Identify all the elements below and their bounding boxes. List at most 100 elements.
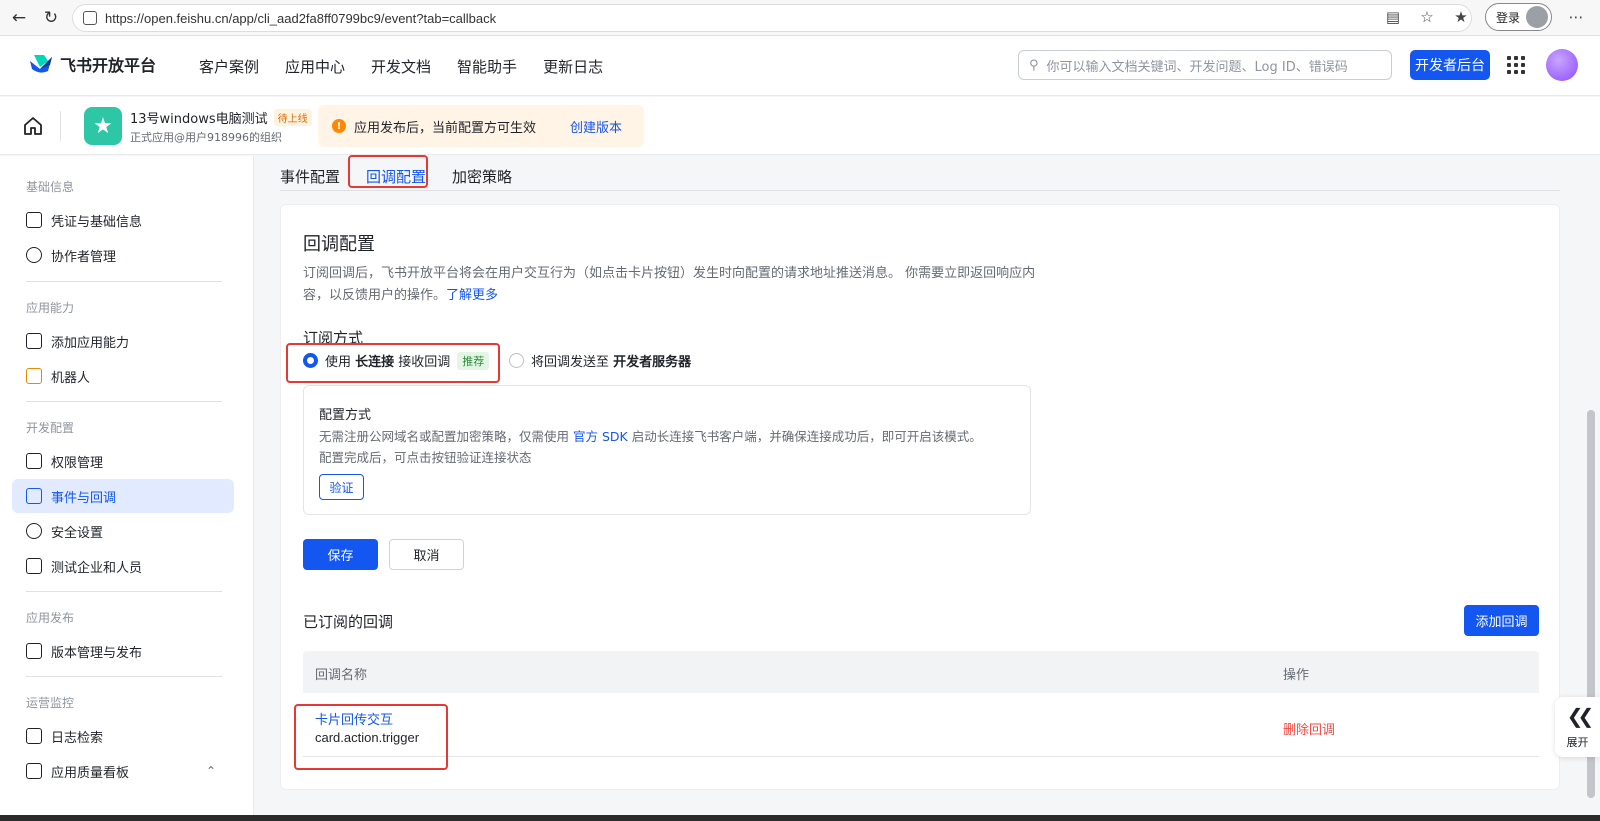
- menu-item-docs[interactable]: 开发文档: [371, 56, 431, 77]
- divider: [26, 281, 222, 282]
- column-header-action: 操作: [1283, 668, 1310, 683]
- divider: [60, 111, 61, 141]
- favorite-star-icon[interactable]: ☆: [1417, 7, 1437, 27]
- app-header: ★ 13号windows电脑测试 待上线 正式应用@用户918996的组织 ! …: [0, 97, 1600, 155]
- config-desc-post: 启动长连接飞书客户端，并确保连接成功后，即可开启该模式。: [627, 429, 982, 444]
- option-developer-server[interactable]: 将回调发送至 开发者服务器: [509, 351, 691, 370]
- sidebar-item-quality-dashboard[interactable]: 应用质量看板 ⌃: [12, 754, 234, 788]
- menu-item-cases[interactable]: 客户案例: [199, 56, 259, 77]
- address-bar[interactable]: https://open.feishu.cn/app/cli_aad2fa8ff…: [72, 4, 1472, 32]
- reader-mode-icon[interactable]: ▤: [1383, 7, 1403, 27]
- code-icon: [26, 558, 42, 574]
- sidebar-item-collaborators[interactable]: 协作者管理: [12, 238, 234, 272]
- expand-panel-button[interactable]: ❮❮ 展开: [1555, 697, 1600, 757]
- config-desc-pre: 无需注册公网域名或配置加密策略，仅需使用: [319, 429, 573, 444]
- search-input[interactable]: ⚲ 你可以输入文档关键词、开发问题、Log ID、错误码: [1018, 50, 1392, 80]
- config-method-box: 配置方式 无需注册公网域名或配置加密策略，仅需使用 官方 SDK 启动长连接飞书…: [303, 385, 1031, 515]
- menu-item-changelog[interactable]: 更新日志: [543, 56, 603, 77]
- apps-grid-icon[interactable]: [1507, 56, 1525, 74]
- notice-text: 应用发布后，当前配置方可生效: [354, 120, 537, 136]
- profile-avatar: [1526, 6, 1548, 28]
- reload-icon[interactable]: ↻: [38, 5, 64, 31]
- sidebar-item-label: 协作者管理: [51, 249, 117, 265]
- learn-more-link[interactable]: 了解更多: [446, 288, 498, 303]
- config-title: 配置方式: [319, 408, 372, 423]
- expand-label: 展开: [1566, 736, 1589, 749]
- column-header-name: 回调名称: [315, 668, 368, 683]
- add-callback-button[interactable]: 添加回调: [1464, 605, 1539, 636]
- config-description: 无需注册公网域名或配置加密策略，仅需使用 官方 SDK 启动长连接飞书客户端，并…: [319, 426, 1024, 468]
- status-badge: 待上线: [273, 109, 312, 126]
- sidebar-item-label: 添加应用能力: [51, 335, 130, 351]
- site-info-icon[interactable]: [83, 11, 97, 25]
- option-pre: 将回调发送至: [531, 355, 614, 370]
- event-icon: [26, 488, 42, 504]
- app-name-row: 13号windows电脑测试 待上线: [130, 108, 312, 127]
- desc-line-2: 容，以反馈用户的操作。: [303, 288, 447, 303]
- subscribed-callbacks-title: 已订阅的回调: [303, 613, 394, 631]
- sidebar-item-permissions[interactable]: 权限管理: [12, 444, 234, 478]
- verify-button[interactable]: 验证: [319, 474, 364, 500]
- sidebar-item-log-search[interactable]: 日志检索: [12, 719, 234, 753]
- create-version-link[interactable]: 创建版本: [570, 117, 622, 136]
- menu-item-assistant[interactable]: 智能助手: [457, 56, 517, 77]
- user-avatar[interactable]: [1546, 49, 1578, 81]
- sidebar-item-versions[interactable]: 版本管理与发布: [12, 634, 234, 668]
- publish-notice: ! 应用发布后，当前配置方可生效 创建版本: [318, 105, 644, 147]
- favorites-list-icon[interactable]: ★: [1451, 7, 1471, 27]
- table-row: 卡片回传交互 card.action.trigger 删除回调: [303, 693, 1539, 757]
- sidebar-item-add-capability[interactable]: 添加应用能力: [12, 324, 234, 358]
- sidebar-item-security[interactable]: 安全设置: [12, 514, 234, 548]
- sidebar-item-label: 日志检索: [51, 730, 104, 746]
- desc-line-1: 订阅回调后，飞书开放平台将会在用户交互行为（如点击卡片按钮）发生时向配置的请求地…: [303, 266, 1036, 281]
- taskbar-edge: [0, 815, 1600, 821]
- search-icon: ⚲: [1029, 57, 1039, 73]
- upload-icon: [26, 643, 42, 659]
- chevron-up-icon[interactable]: ⌃: [206, 764, 216, 778]
- sidebar-item-label: 事件与回调: [51, 490, 117, 506]
- user-add-icon: [26, 247, 42, 263]
- more-menu-icon[interactable]: ⋯: [1566, 7, 1586, 27]
- brand-logo[interactable]: 飞书开放平台: [28, 52, 156, 76]
- divider: [26, 676, 222, 677]
- app-star-icon: ★: [84, 107, 122, 145]
- radio-unchecked[interactable]: [509, 353, 524, 368]
- sidebar-section-title: 开发配置: [26, 421, 75, 435]
- delete-callback-button[interactable]: 删除回调: [1283, 719, 1335, 738]
- search-placeholder: 你可以输入文档关键词、开发问题、Log ID、错误码: [1046, 59, 1348, 75]
- brand-name: 飞书开放平台: [60, 56, 157, 75]
- sidebar-item-label: 应用质量看板: [51, 765, 130, 781]
- sidebar-item-label: 测试企业和人员: [51, 560, 143, 576]
- cancel-button[interactable]: 取消: [389, 539, 464, 570]
- profile-login-button[interactable]: 登录: [1484, 3, 1552, 31]
- tab-encryption[interactable]: 加密策略: [439, 160, 525, 192]
- back-icon[interactable]: ←: [6, 5, 32, 31]
- table-header: 回调名称 操作: [303, 651, 1539, 693]
- browser-toolbar: ← ↻ https://open.feishu.cn/app/cli_aad2f…: [0, 0, 1600, 36]
- sidebar-item-test-tenants[interactable]: 测试企业和人员: [12, 549, 234, 583]
- app-name: 13号windows电脑测试: [130, 112, 268, 127]
- bar-chart-icon: [26, 763, 42, 779]
- sidebar-item-label: 版本管理与发布: [51, 645, 143, 661]
- developer-console-button[interactable]: 开发者后台: [1410, 50, 1490, 80]
- callback-config-card: 回调配置 订阅回调后，飞书开放平台将会在用户交互行为（如点击卡片按钮）发生时向配…: [280, 204, 1560, 790]
- option-bold: 开发者服务器: [613, 355, 692, 370]
- sidebar-item-bot[interactable]: 机器人: [12, 359, 234, 393]
- sidebar-section-title: 基础信息: [26, 180, 75, 194]
- sidebar-item-label: 安全设置: [51, 525, 104, 541]
- warning-icon: !: [332, 119, 346, 133]
- sidebar-item-credentials[interactable]: 凭证与基础信息: [12, 203, 234, 237]
- sidebar-item-events-callbacks[interactable]: 事件与回调: [12, 479, 234, 513]
- url-text: https://open.feishu.cn/app/cli_aad2fa8ff…: [105, 10, 497, 26]
- sidebar-item-label: 权限管理: [51, 455, 104, 471]
- home-icon[interactable]: [22, 115, 44, 137]
- sidebar-section-title: 应用发布: [26, 611, 75, 625]
- save-button[interactable]: 保存: [303, 539, 378, 570]
- menu-item-apps[interactable]: 应用中心: [285, 56, 345, 77]
- official-sdk-link[interactable]: 官方 SDK: [573, 429, 628, 444]
- highlight-box: [286, 343, 500, 383]
- robot-icon: [26, 368, 42, 384]
- tab-event-config[interactable]: 事件配置: [280, 160, 353, 192]
- config-desc-line-2: 配置完成后，可点击按钮验证连接状态: [319, 450, 532, 465]
- option-label: 将回调发送至 开发者服务器: [531, 351, 691, 370]
